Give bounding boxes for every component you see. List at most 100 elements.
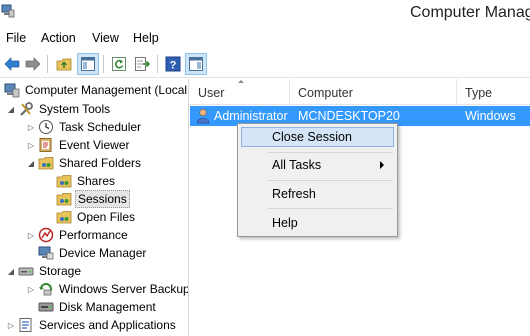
tree-label: Device Manager <box>59 246 147 260</box>
menu-view[interactable]: View <box>92 31 119 45</box>
expand-arrow-icon[interactable]: ▷ <box>26 280 36 298</box>
tree-item-windows-server-backup[interactable]: ▷ Windows Server Backup <box>26 280 189 298</box>
export-list-button[interactable] <box>131 53 153 75</box>
tree-label: Shares <box>77 174 116 188</box>
computer-management-icon <box>4 83 20 98</box>
menu-file[interactable]: File <box>6 31 26 45</box>
menu-separator <box>268 180 393 181</box>
window-title: Computer Manage <box>410 4 530 21</box>
event-viewer-icon <box>39 138 52 152</box>
up-one-level-button[interactable] <box>53 53 75 75</box>
cell-computer: MCNDESKTOP20 <box>298 109 400 123</box>
tree-item-shares[interactable]: Shares <box>54 172 117 190</box>
tree-item-disk-management[interactable]: Disk Management <box>36 298 158 316</box>
cell-user: Administrator <box>214 109 288 123</box>
collapse-arrow-icon[interactable]: ◢ <box>26 154 36 172</box>
tree-label: Event Viewer <box>59 138 130 152</box>
tree-label: Disk Management <box>59 300 156 314</box>
user-icon <box>196 108 210 124</box>
computer-management-icon <box>1 4 15 18</box>
help-icon: ? <box>165 56 181 72</box>
toolbar-separator <box>47 55 48 73</box>
disk-management-icon <box>38 302 54 312</box>
tree-item-computer-management[interactable]: Computer Management (Local <box>2 81 188 99</box>
cell-type: Windows <box>465 109 516 123</box>
show-hide-action-pane-button[interactable] <box>185 53 207 75</box>
menu-item-help[interactable]: Help <box>241 213 394 233</box>
toolbar: ? <box>0 50 530 78</box>
tree-item-event-viewer[interactable]: ▷ Event Viewer <box>26 136 131 154</box>
tree-item-system-tools[interactable]: ◢ System Tools <box>6 100 112 118</box>
shares-folder-icon <box>56 175 72 188</box>
list-header: User Computer Type <box>190 79 530 105</box>
tree-label: Task Scheduler <box>59 120 142 134</box>
export-list-icon <box>135 57 150 71</box>
show-hide-tree-icon <box>81 57 95 71</box>
column-header-user[interactable]: User <box>190 79 290 105</box>
collapse-arrow-icon[interactable]: ◢ <box>6 100 16 118</box>
tree-label: Storage <box>39 264 82 278</box>
sort-ascending-icon <box>238 80 244 83</box>
menu-item-label: All Tasks <box>272 158 322 172</box>
context-menu: Close Session All Tasks Refresh Help <box>237 123 398 237</box>
svg-text:?: ? <box>170 60 177 72</box>
column-label: Computer <box>298 86 353 100</box>
menu-action[interactable]: Action <box>41 31 76 45</box>
open-files-folder-icon <box>56 211 72 224</box>
shared-folder-icon <box>38 157 54 170</box>
menu-help[interactable]: Help <box>133 31 159 45</box>
tree-label: Services and Applications <box>39 318 176 332</box>
column-header-computer[interactable]: Computer <box>290 79 457 105</box>
collapse-arrow-icon[interactable]: ◢ <box>6 262 16 280</box>
services-icon <box>19 318 32 332</box>
show-hide-console-tree-button[interactable] <box>77 53 99 75</box>
menu-item-refresh[interactable]: Refresh <box>241 184 394 204</box>
column-label: Type <box>465 86 493 100</box>
device-manager-icon <box>38 246 54 260</box>
tree-label: System Tools <box>39 102 111 116</box>
tree-item-task-scheduler[interactable]: ▷ Task Scheduler <box>26 118 143 136</box>
expand-arrow-icon[interactable]: ▷ <box>26 226 36 244</box>
tree-item-shared-folders[interactable]: ◢ Shared Folders <box>26 154 143 172</box>
action-pane-icon <box>189 57 203 71</box>
back-arrow-icon <box>4 57 20 71</box>
sessions-folder-icon <box>56 193 72 206</box>
back-button[interactable] <box>1 53 23 75</box>
tree-item-storage[interactable]: ◢ Storage <box>6 262 83 280</box>
backup-icon <box>39 283 52 296</box>
refresh-icon <box>112 57 126 71</box>
menu-separator <box>268 152 393 153</box>
expand-arrow-icon[interactable]: ▷ <box>26 118 36 136</box>
tree-label: Open Files <box>77 210 136 224</box>
menu-separator <box>268 208 393 209</box>
forward-button[interactable] <box>22 53 44 75</box>
tree-item-performance[interactable]: ▷ Performance <box>26 226 130 244</box>
help-button[interactable]: ? <box>162 53 184 75</box>
column-header-type[interactable]: Type <box>457 79 530 105</box>
up-folder-icon <box>56 58 72 71</box>
refresh-button[interactable] <box>108 53 130 75</box>
tree-item-open-files[interactable]: Open Files <box>54 208 137 226</box>
expand-arrow-icon[interactable]: ▷ <box>26 136 36 154</box>
toolbar-separator <box>103 55 104 73</box>
tree-item-sessions[interactable]: Sessions <box>54 190 130 208</box>
clock-icon <box>39 120 53 134</box>
menu-item-all-tasks[interactable]: All Tasks <box>241 155 394 175</box>
tree-label: Windows Server Backup <box>59 282 189 296</box>
menu-bar: File Action View Help <box>0 28 530 50</box>
title-bar: Computer Manage <box>0 0 530 28</box>
storage-icon <box>18 267 34 276</box>
toolbar-separator <box>157 55 158 73</box>
tree-item-device-manager[interactable]: Device Manager <box>36 244 148 262</box>
tree-label: Computer Management (Local <box>25 83 188 97</box>
tree-label: Shared Folders <box>59 156 142 170</box>
menu-item-close-session[interactable]: Close Session <box>241 127 394 147</box>
tools-icon <box>20 102 33 116</box>
tree-label: Performance <box>59 228 128 242</box>
forward-arrow-icon <box>25 57 41 71</box>
expand-arrow-icon[interactable]: ▷ <box>6 316 16 334</box>
tree-label: Sessions <box>75 190 130 208</box>
performance-icon <box>38 227 54 243</box>
column-label: User <box>198 86 225 100</box>
tree-item-services-and-applications[interactable]: ▷ Services and Applications <box>6 316 178 334</box>
